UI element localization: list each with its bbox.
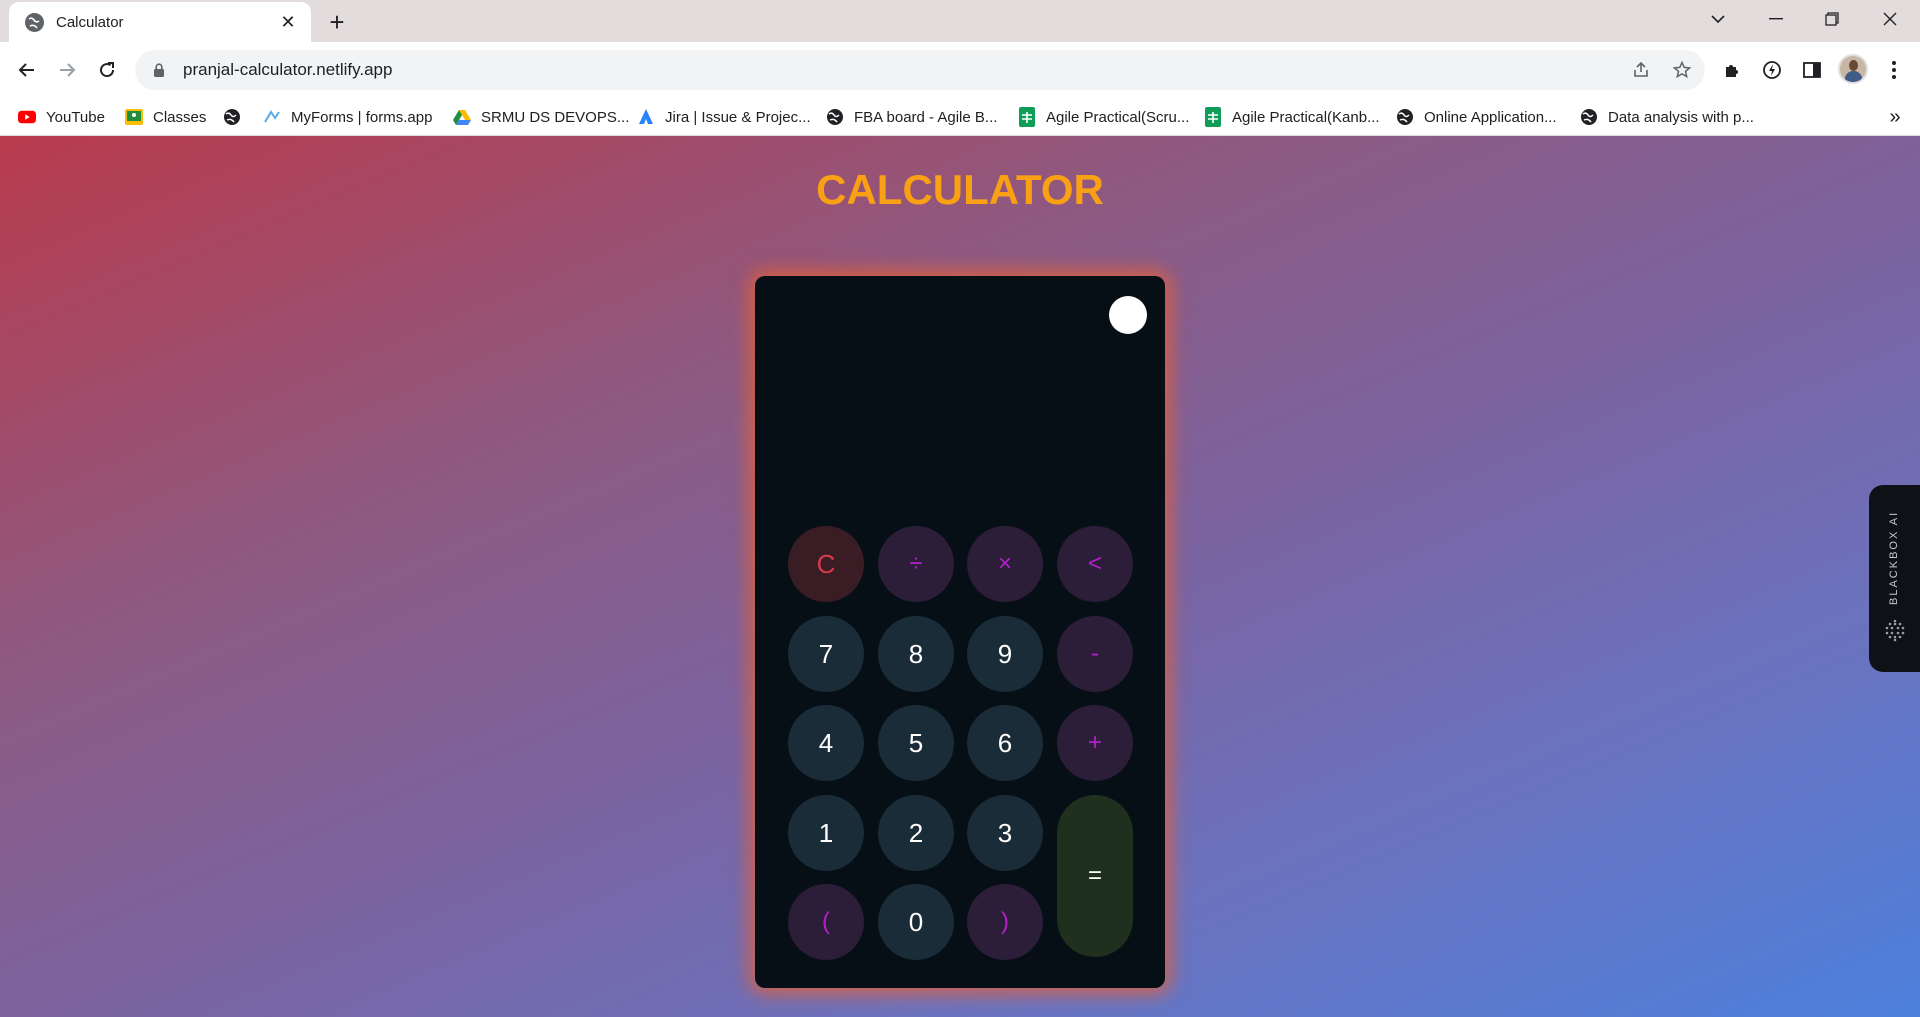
tab-strip: Calculator ✕ +	[0, 0, 1920, 42]
bookmark-agile-kanban[interactable]: Agile Practical(Kanb...	[1204, 98, 1380, 136]
minimize-icon[interactable]	[1748, 0, 1804, 38]
bookmark-label: FBA board - Agile B...	[854, 108, 998, 126]
bookmark-star-icon[interactable]	[1666, 50, 1698, 90]
lock-icon[interactable]	[151, 62, 167, 78]
digit-0-button[interactable]: 0	[878, 884, 954, 960]
tab-search-icon[interactable]	[1690, 0, 1746, 38]
bookmark-label: Jira | Issue & Projec...	[665, 108, 811, 126]
bookmark-myforms[interactable]: MyForms | forms.app	[263, 98, 432, 136]
calculator: C ÷ × < 7 8 9 - 4 5 6 + 1 2 3 = ( 0 )	[755, 276, 1165, 988]
bookmark-label: SRMU DS DEVOPS...	[481, 108, 630, 126]
globe-icon	[25, 12, 44, 32]
bookmark-online-application[interactable]: Online Application...	[1396, 98, 1557, 136]
drive-icon	[453, 108, 471, 126]
browser-tab[interactable]: Calculator ✕	[9, 2, 311, 42]
multiply-button[interactable]: ×	[967, 526, 1043, 602]
profile-avatar[interactable]	[1838, 54, 1868, 84]
extensions-icon[interactable]	[1716, 54, 1748, 86]
sheets-icon	[1204, 107, 1222, 127]
equals-button[interactable]: =	[1057, 795, 1133, 957]
bookmark-label: Agile Practical(Scru...	[1046, 108, 1190, 126]
blackbox-logo-icon	[1883, 618, 1907, 642]
close-tab-icon[interactable]: ✕	[277, 11, 299, 33]
page-title: CALCULATOR	[816, 166, 1104, 213]
sheets-icon	[1018, 107, 1036, 127]
digit-7-button[interactable]: 7	[788, 616, 864, 692]
globe-icon	[1580, 108, 1598, 126]
blackbox-label: BLACKBOX AI	[1888, 510, 1900, 605]
digit-9-button[interactable]: 9	[967, 616, 1043, 692]
youtube-icon	[18, 108, 36, 126]
classroom-icon	[125, 108, 143, 126]
backspace-button[interactable]: <	[1057, 526, 1133, 602]
digit-1-button[interactable]: 1	[788, 795, 864, 871]
tab-title: Calculator	[56, 13, 124, 31]
clear-button[interactable]: C	[788, 526, 864, 602]
globe-icon	[826, 108, 844, 126]
divide-button[interactable]: ÷	[878, 526, 954, 602]
bookmark-label: Classes	[153, 108, 207, 126]
more-bookmarks-icon[interactable]: »	[1880, 98, 1910, 136]
bookmark-label: Online Application...	[1424, 108, 1557, 126]
close-window-icon[interactable]	[1862, 0, 1918, 38]
plus-button[interactable]: +	[1057, 705, 1133, 781]
globe-icon	[1396, 108, 1414, 126]
reload-icon[interactable]	[91, 54, 123, 86]
forms-icon	[263, 108, 281, 126]
side-panel-icon[interactable]	[1796, 54, 1828, 86]
bookmark-srmu[interactable]: SRMU DS DEVOPS...	[453, 98, 629, 136]
back-icon[interactable]	[11, 54, 43, 86]
theme-toggle[interactable]	[1109, 296, 1147, 334]
digit-4-button[interactable]: 4	[788, 705, 864, 781]
digit-2-button[interactable]: 2	[878, 795, 954, 871]
bookmark-label: YouTube	[46, 108, 105, 126]
bookmark-jira[interactable]: Jira | Issue & Projec...	[637, 98, 811, 136]
bookmark-label: Agile Practical(Kanb...	[1232, 108, 1380, 126]
bookmark-classes[interactable]: Classes	[125, 98, 206, 136]
bookmark-label: Data analysis with p...	[1608, 108, 1754, 126]
bookmark-youtube[interactable]: YouTube	[18, 98, 105, 136]
bookmark-globe[interactable]	[223, 98, 251, 136]
restore-icon[interactable]	[1804, 0, 1860, 38]
new-tab-button[interactable]: +	[324, 9, 350, 35]
digit-5-button[interactable]: 5	[878, 705, 954, 781]
bookmarks-bar: YouTube Classes MyForms | forms.app SRMU…	[0, 98, 1920, 136]
bookmark-agile-scrum[interactable]: Agile Practical(Scru...	[1018, 98, 1189, 136]
performance-icon[interactable]	[1756, 54, 1788, 86]
blackbox-side-tab[interactable]: BLACKBOX AI	[1869, 485, 1920, 672]
bookmark-data-analysis[interactable]: Data analysis with p...	[1580, 98, 1754, 136]
minus-button[interactable]: -	[1057, 616, 1133, 692]
open-paren-button[interactable]: (	[788, 884, 864, 960]
jira-icon	[637, 108, 655, 126]
bookmark-label: MyForms | forms.app	[291, 108, 433, 126]
page-content: CALCULATOR C ÷ × < 7 8 9 - 4 5 6 + 1 2 3…	[0, 136, 1920, 1017]
calculator-display	[775, 346, 1145, 506]
menu-kebab-icon[interactable]	[1878, 54, 1910, 86]
share-icon[interactable]	[1625, 50, 1657, 90]
digit-3-button[interactable]: 3	[967, 795, 1043, 871]
url-text: pranjal-calculator.netlify.app	[183, 60, 393, 79]
digit-8-button[interactable]: 8	[878, 616, 954, 692]
bookmark-fba[interactable]: FBA board - Agile B...	[826, 98, 997, 136]
browser-toolbar: pranjal-calculator.netlify.app	[0, 42, 1920, 98]
globe-icon	[223, 108, 241, 126]
close-paren-button[interactable]: )	[967, 884, 1043, 960]
forward-icon[interactable]	[51, 54, 83, 86]
address-bar[interactable]: pranjal-calculator.netlify.app	[135, 50, 1705, 90]
digit-6-button[interactable]: 6	[967, 705, 1043, 781]
